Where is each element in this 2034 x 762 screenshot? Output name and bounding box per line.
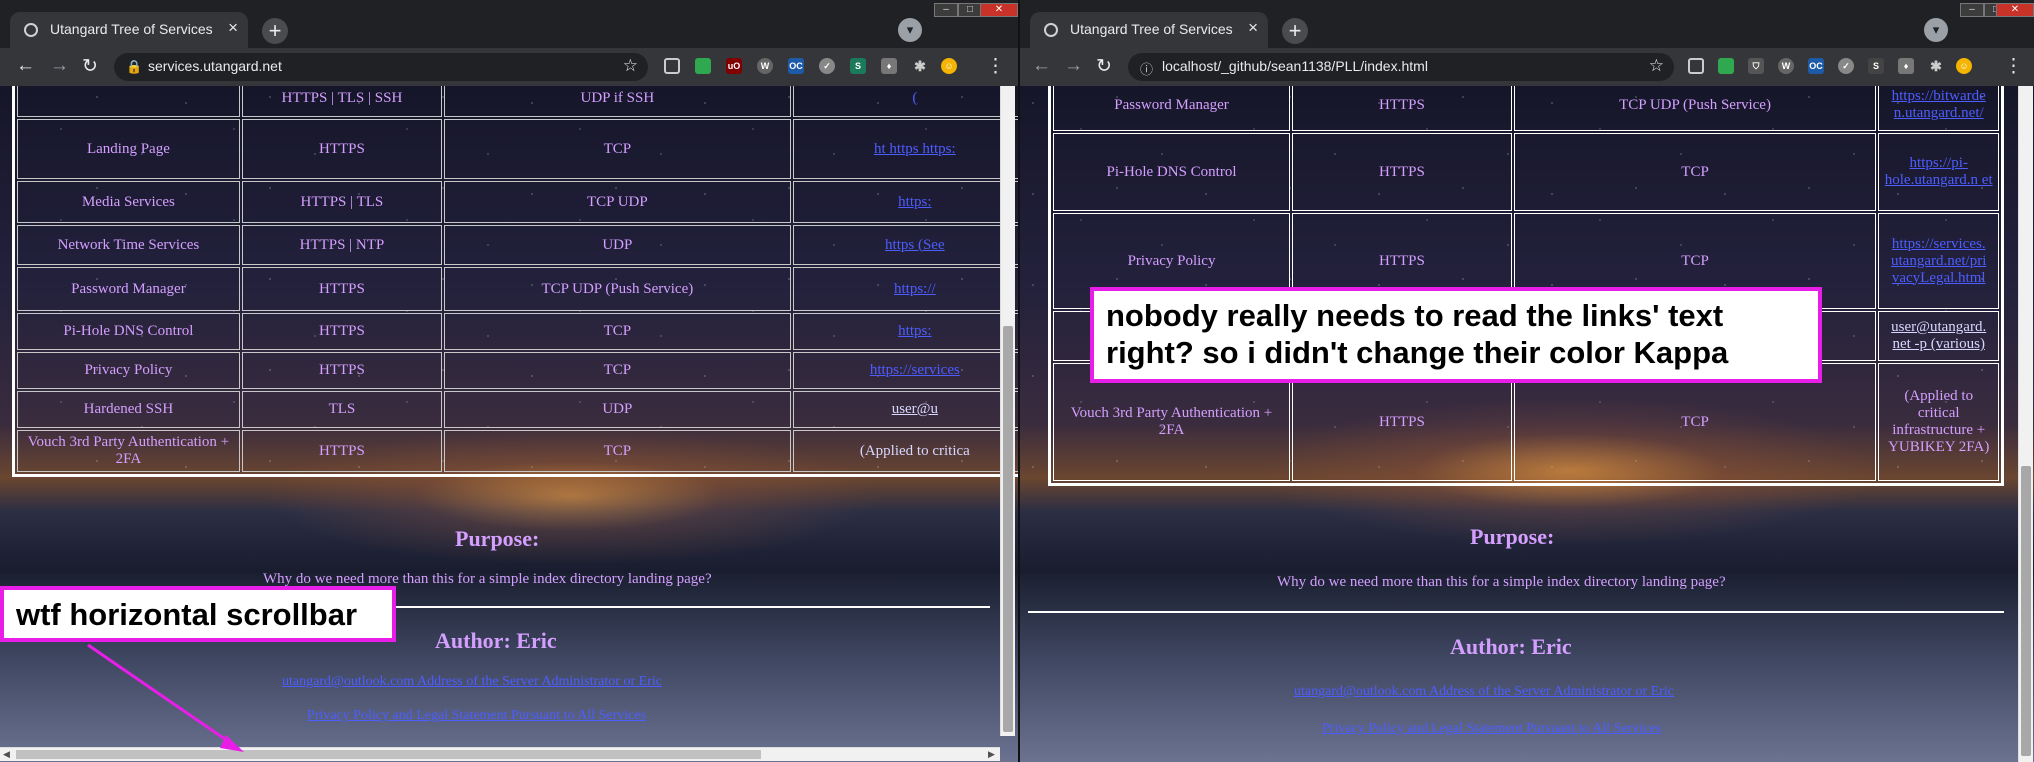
annotation-right: nobody really needs to read the links' t…: [1090, 287, 1822, 383]
